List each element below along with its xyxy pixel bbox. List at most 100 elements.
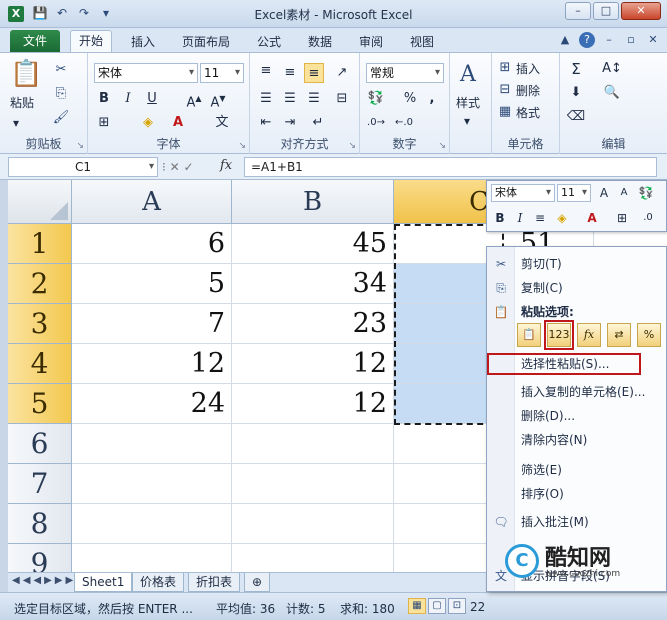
cell-a8[interactable] [72, 504, 232, 544]
close-button[interactable]: ✕ [621, 2, 661, 20]
doc-minimize-icon[interactable]: – [601, 32, 617, 48]
tab-review[interactable]: 审阅 [359, 32, 383, 52]
paste-formatting-icon[interactable]: % [637, 323, 661, 347]
orientation-icon[interactable]: ↗ [332, 63, 352, 83]
align-right-icon[interactable]: ☰ [304, 89, 324, 109]
tab-formulas[interactable]: 公式 [257, 32, 281, 52]
insert-cells-button[interactable]: 插入 [516, 61, 540, 77]
mini-font-color-icon[interactable]: A [583, 209, 601, 227]
mini-bold-button[interactable]: B [491, 209, 509, 227]
alignment-launcher-icon[interactable]: ↘ [348, 141, 356, 151]
name-box[interactable]: C1 [8, 157, 158, 177]
page-break-view-icon[interactable]: ⊡ [448, 598, 466, 614]
menu-item-paste-special[interactable]: 选择性粘贴(S)... [487, 353, 641, 375]
paste-icon[interactable]: 📋 [10, 59, 42, 89]
sheet-tab-price[interactable]: 价格表 [132, 573, 185, 592]
styles-button[interactable]: 样式 [456, 95, 480, 111]
format-painter-icon[interactable]: 🖌 [52, 109, 70, 127]
row-header-5[interactable]: 5 [8, 384, 72, 424]
grow-font-icon[interactable]: A▲ [184, 89, 204, 110]
find-select-icon[interactable]: 🔍 [602, 83, 622, 103]
italic-button[interactable]: I [118, 89, 138, 109]
page-layout-view-icon[interactable]: ▢ [428, 598, 446, 614]
mini-shrink-font-icon[interactable]: A [615, 184, 633, 202]
decrease-indent-icon[interactable]: ⇤ [256, 113, 276, 133]
cell-a3[interactable]: 7 [72, 304, 232, 344]
increase-indent-icon[interactable]: ⇥ [280, 113, 300, 133]
number-format-combo[interactable]: 常规 [366, 63, 444, 83]
align-bottom-icon[interactable]: ≡ [304, 63, 324, 83]
cell-b3[interactable]: 23 [232, 304, 394, 344]
cell-b5[interactable]: 12 [232, 384, 394, 424]
clipboard-launcher-icon[interactable]: ↘ [76, 141, 84, 151]
tab-file[interactable]: 文件 [10, 30, 60, 52]
menu-item-copy[interactable]: ⎘ 复制(C) [487, 277, 667, 299]
tab-page-layout[interactable]: 页面布局 [182, 32, 230, 52]
row-header-1[interactable]: 1 [8, 224, 72, 264]
menu-item-insert-copied[interactable]: 插入复制的单元格(E)... [487, 381, 667, 403]
paste-formulas-icon[interactable]: fx [577, 323, 601, 347]
row-header-3[interactable]: 3 [8, 304, 72, 344]
cell-a2[interactable]: 5 [72, 264, 232, 304]
insert-cells-icon[interactable]: ⊞ [496, 59, 514, 77]
mini-italic-button[interactable]: I [511, 209, 529, 227]
menu-item-cut[interactable]: ✂ 剪切(T) [487, 253, 667, 275]
cell-a1[interactable]: 6 [72, 224, 232, 264]
menu-item-sort[interactable]: 排序(O) [487, 483, 667, 505]
cell-b4[interactable]: 12 [232, 344, 394, 384]
align-top-icon[interactable]: ≡ [256, 61, 276, 81]
minimize-button[interactable]: – [565, 2, 591, 20]
insert-sheet-icon[interactable]: ⊕ [244, 573, 271, 592]
format-cells-icon[interactable]: ▦ [496, 103, 514, 121]
help-icon[interactable]: ? [579, 32, 595, 48]
font-name-combo[interactable]: 宋体 [94, 63, 198, 83]
row-header-7[interactable]: 7 [8, 464, 72, 504]
menu-item-insert-comment[interactable]: 🗨 插入批注(M) [487, 511, 667, 533]
normal-view-icon[interactable]: ▦ [408, 598, 426, 614]
row-header-4[interactable]: 4 [8, 344, 72, 384]
align-left-icon[interactable]: ☰ [256, 89, 276, 109]
fill-color-icon[interactable]: ◈ [138, 113, 158, 133]
mini-size-combo[interactable]: 11 [557, 184, 591, 202]
mini-font-combo[interactable]: 宋体 [491, 184, 555, 202]
bold-button[interactable]: B [94, 89, 114, 109]
formula-input[interactable]: =A1+B1 [244, 157, 657, 177]
doc-restore-icon[interactable]: ▫ [623, 32, 639, 48]
font-launcher-icon[interactable]: ↘ [238, 141, 246, 151]
wrap-text-icon[interactable]: ↵ [308, 113, 328, 133]
copy-icon[interactable]: ⎘ [52, 85, 70, 103]
tab-view[interactable]: 视图 [410, 32, 434, 52]
sheet-nav-arrows-icon[interactable]: ◀◀◀▶▶▶ [12, 575, 76, 586]
styles-icon[interactable]: A [460, 61, 476, 89]
mini-borders-icon[interactable]: ⊞ [613, 209, 631, 227]
percent-button[interactable]: % [400, 89, 420, 109]
paste-values-icon[interactable]: 123 [544, 320, 574, 350]
doc-close-icon[interactable]: ✕ [645, 32, 661, 48]
delete-cells-button[interactable]: 删除 [516, 83, 540, 99]
menu-item-delete[interactable]: 删除(D)... [487, 405, 667, 427]
column-header-a[interactable]: A [72, 180, 232, 224]
cell-b7[interactable] [232, 464, 394, 504]
row-header-8[interactable]: 8 [8, 504, 72, 544]
column-header-b[interactable]: B [232, 180, 394, 224]
zoom-level[interactable]: 22 [470, 600, 485, 614]
fill-icon[interactable]: ⬇ [566, 83, 586, 103]
cell-a4[interactable]: 12 [72, 344, 232, 384]
clear-icon[interactable]: ⌫ [566, 107, 586, 127]
tab-insert[interactable]: 插入 [131, 32, 155, 52]
cell-b6[interactable] [232, 424, 394, 464]
comma-button[interactable]: , [422, 89, 442, 109]
shrink-font-icon[interactable]: A▼ [208, 89, 228, 110]
tab-data[interactable]: 数据 [308, 32, 332, 52]
cell-b9[interactable] [232, 544, 394, 572]
number-launcher-icon[interactable]: ↘ [438, 141, 446, 151]
menu-item-filter[interactable]: 筛选(E) [487, 459, 667, 481]
borders-icon[interactable]: ⊞ [94, 113, 114, 133]
sheet-tab-discount[interactable]: 折扣表 [188, 573, 241, 592]
row-header-6[interactable]: 6 [8, 424, 72, 464]
cell-a7[interactable] [72, 464, 232, 504]
delete-cells-icon[interactable]: ⊟ [496, 81, 514, 99]
decrease-decimal-icon[interactable]: ←.0 [394, 113, 414, 133]
maximize-button[interactable]: □ [593, 2, 619, 20]
font-color-icon[interactable]: A [168, 113, 188, 133]
